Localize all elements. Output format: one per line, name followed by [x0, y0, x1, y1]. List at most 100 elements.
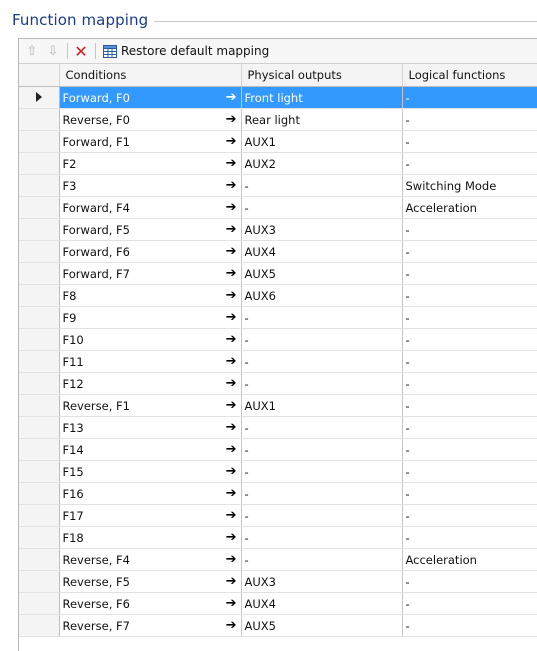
physical-output-cell[interactable]: AUX2: [241, 152, 403, 175]
row-selector[interactable]: [19, 240, 60, 263]
column-header-conditions[interactable]: Conditions: [59, 64, 242, 87]
table-row[interactable]: Forward, F7 ➔ AUX5-: [19, 262, 537, 285]
physical-output-cell[interactable]: AUX4: [241, 592, 403, 615]
row-selector[interactable]: [19, 438, 60, 461]
logical-function-cell[interactable]: -: [402, 438, 537, 461]
condition-cell[interactable]: Reverse, F6 ➔: [59, 592, 242, 615]
condition-cell[interactable]: Forward, F4 ➔: [59, 196, 242, 219]
physical-output-cell[interactable]: AUX3: [241, 570, 403, 593]
physical-output-cell[interactable]: -: [241, 548, 403, 571]
physical-output-cell[interactable]: AUX5: [241, 262, 403, 285]
condition-cell[interactable]: Forward, F7 ➔: [59, 262, 242, 285]
physical-output-cell[interactable]: AUX6: [241, 284, 403, 307]
logical-function-cell[interactable]: -: [402, 328, 537, 351]
logical-function-cell[interactable]: -: [402, 240, 537, 263]
physical-output-cell[interactable]: -: [241, 174, 403, 197]
move-down-icon[interactable]: ⇩: [44, 42, 62, 60]
logical-function-cell[interactable]: -: [402, 350, 537, 373]
row-selector[interactable]: [19, 306, 60, 329]
table-row[interactable]: F17 ➔ - -: [19, 504, 537, 527]
condition-cell[interactable]: F18 ➔: [59, 526, 242, 549]
logical-function-cell[interactable]: -: [402, 504, 537, 527]
logical-function-cell[interactable]: -: [402, 526, 537, 549]
physical-output-cell[interactable]: AUX4: [241, 240, 403, 263]
row-selector[interactable]: [19, 482, 60, 505]
condition-cell[interactable]: Reverse, F1 ➔: [59, 394, 242, 417]
logical-function-cell[interactable]: -: [402, 372, 537, 395]
logical-function-cell[interactable]: -: [402, 262, 537, 285]
condition-cell[interactable]: F2 ➔: [59, 152, 242, 175]
table-row[interactable]: Forward, F6 ➔ AUX4-: [19, 240, 537, 263]
logical-function-cell[interactable]: -: [402, 284, 537, 307]
row-selector[interactable]: [19, 460, 60, 483]
table-row[interactable]: Reverse, F1 ➔ AUX1-: [19, 394, 537, 417]
logical-function-cell[interactable]: -: [402, 130, 537, 153]
condition-cell[interactable]: Reverse, F0 ➔: [59, 108, 242, 131]
row-selector[interactable]: [19, 416, 60, 439]
logical-function-cell[interactable]: -: [402, 416, 537, 439]
condition-cell[interactable]: F13 ➔: [59, 416, 242, 439]
physical-output-cell[interactable]: -: [241, 372, 403, 395]
physical-output-cell[interactable]: AUX1: [241, 130, 403, 153]
physical-output-cell[interactable]: Rear light: [241, 108, 403, 131]
logical-function-cell[interactable]: -: [402, 460, 537, 483]
condition-cell[interactable]: F8 ➔: [59, 284, 242, 307]
condition-cell[interactable]: F12 ➔: [59, 372, 242, 395]
condition-cell[interactable]: Forward, F0 ➔: [59, 86, 242, 109]
row-selector[interactable]: [19, 152, 60, 175]
row-selector[interactable]: [19, 218, 60, 241]
logical-function-cell[interactable]: -: [402, 394, 537, 417]
physical-output-cell[interactable]: -: [241, 438, 403, 461]
row-selector[interactable]: [19, 328, 60, 351]
logical-function-cell[interactable]: Acceleration: [402, 548, 537, 571]
table-row[interactable]: F18 ➔ - -: [19, 526, 537, 549]
row-selector[interactable]: [19, 284, 60, 307]
physical-output-cell[interactable]: -: [241, 306, 403, 329]
row-selector[interactable]: [19, 548, 60, 571]
condition-cell[interactable]: Reverse, F4 ➔: [59, 548, 242, 571]
physical-output-cell[interactable]: -: [241, 482, 403, 505]
row-selector[interactable]: [19, 174, 60, 197]
condition-cell[interactable]: F15 ➔: [59, 460, 242, 483]
row-selector[interactable]: [19, 504, 60, 527]
table-row[interactable]: F9 ➔ - -: [19, 306, 537, 329]
logical-function-cell[interactable]: -: [402, 86, 537, 109]
logical-function-cell[interactable]: -: [402, 152, 537, 175]
table-row[interactable]: Reverse, F0 ➔ Rear light -: [19, 108, 537, 131]
row-selector[interactable]: [19, 372, 60, 395]
row-selector[interactable]: [19, 108, 60, 131]
row-selector[interactable]: [19, 196, 60, 219]
column-header-physical-outputs[interactable]: Physical outputs: [241, 64, 403, 87]
table-row[interactable]: F2 ➔ AUX2-: [19, 152, 537, 175]
physical-output-cell[interactable]: -: [241, 504, 403, 527]
row-selector[interactable]: [19, 570, 60, 593]
physical-output-cell[interactable]: AUX5: [241, 614, 403, 637]
physical-output-cell[interactable]: -: [241, 196, 403, 219]
row-selector[interactable]: [19, 394, 60, 417]
row-selector[interactable]: [19, 350, 60, 373]
physical-output-cell[interactable]: AUX1: [241, 394, 403, 417]
condition-cell[interactable]: F3 ➔: [59, 174, 242, 197]
table-row[interactable]: F8 ➔ AUX6-: [19, 284, 537, 307]
table-row[interactable]: Reverse, F6 ➔ AUX4-: [19, 592, 537, 615]
logical-function-cell[interactable]: Switching Mode: [402, 174, 537, 197]
table-row[interactable]: F15 ➔ - -: [19, 460, 537, 483]
restore-default-mapping-button[interactable]: Restore default mapping: [100, 41, 272, 61]
table-row[interactable]: F13 ➔ - -: [19, 416, 537, 439]
physical-output-cell[interactable]: -: [241, 416, 403, 439]
table-row[interactable]: Reverse, F4 ➔ - Acceleration: [19, 548, 537, 571]
table-row[interactable]: F10 ➔ - -: [19, 328, 537, 351]
row-selector[interactable]: [19, 130, 60, 153]
row-selector[interactable]: [19, 262, 60, 285]
table-row[interactable]: F12 ➔ - -: [19, 372, 537, 395]
delete-icon[interactable]: ✕: [72, 42, 90, 61]
table-row[interactable]: F11 ➔ - -: [19, 350, 537, 373]
condition-cell[interactable]: F9 ➔: [59, 306, 242, 329]
row-selector[interactable]: [19, 614, 60, 637]
table-row[interactable]: F3 ➔ - Switching Mode: [19, 174, 537, 197]
physical-output-cell[interactable]: -: [241, 328, 403, 351]
physical-output-cell[interactable]: -: [241, 460, 403, 483]
table-row[interactable]: F16 ➔ - -: [19, 482, 537, 505]
condition-cell[interactable]: F14 ➔: [59, 438, 242, 461]
logical-function-cell[interactable]: -: [402, 482, 537, 505]
